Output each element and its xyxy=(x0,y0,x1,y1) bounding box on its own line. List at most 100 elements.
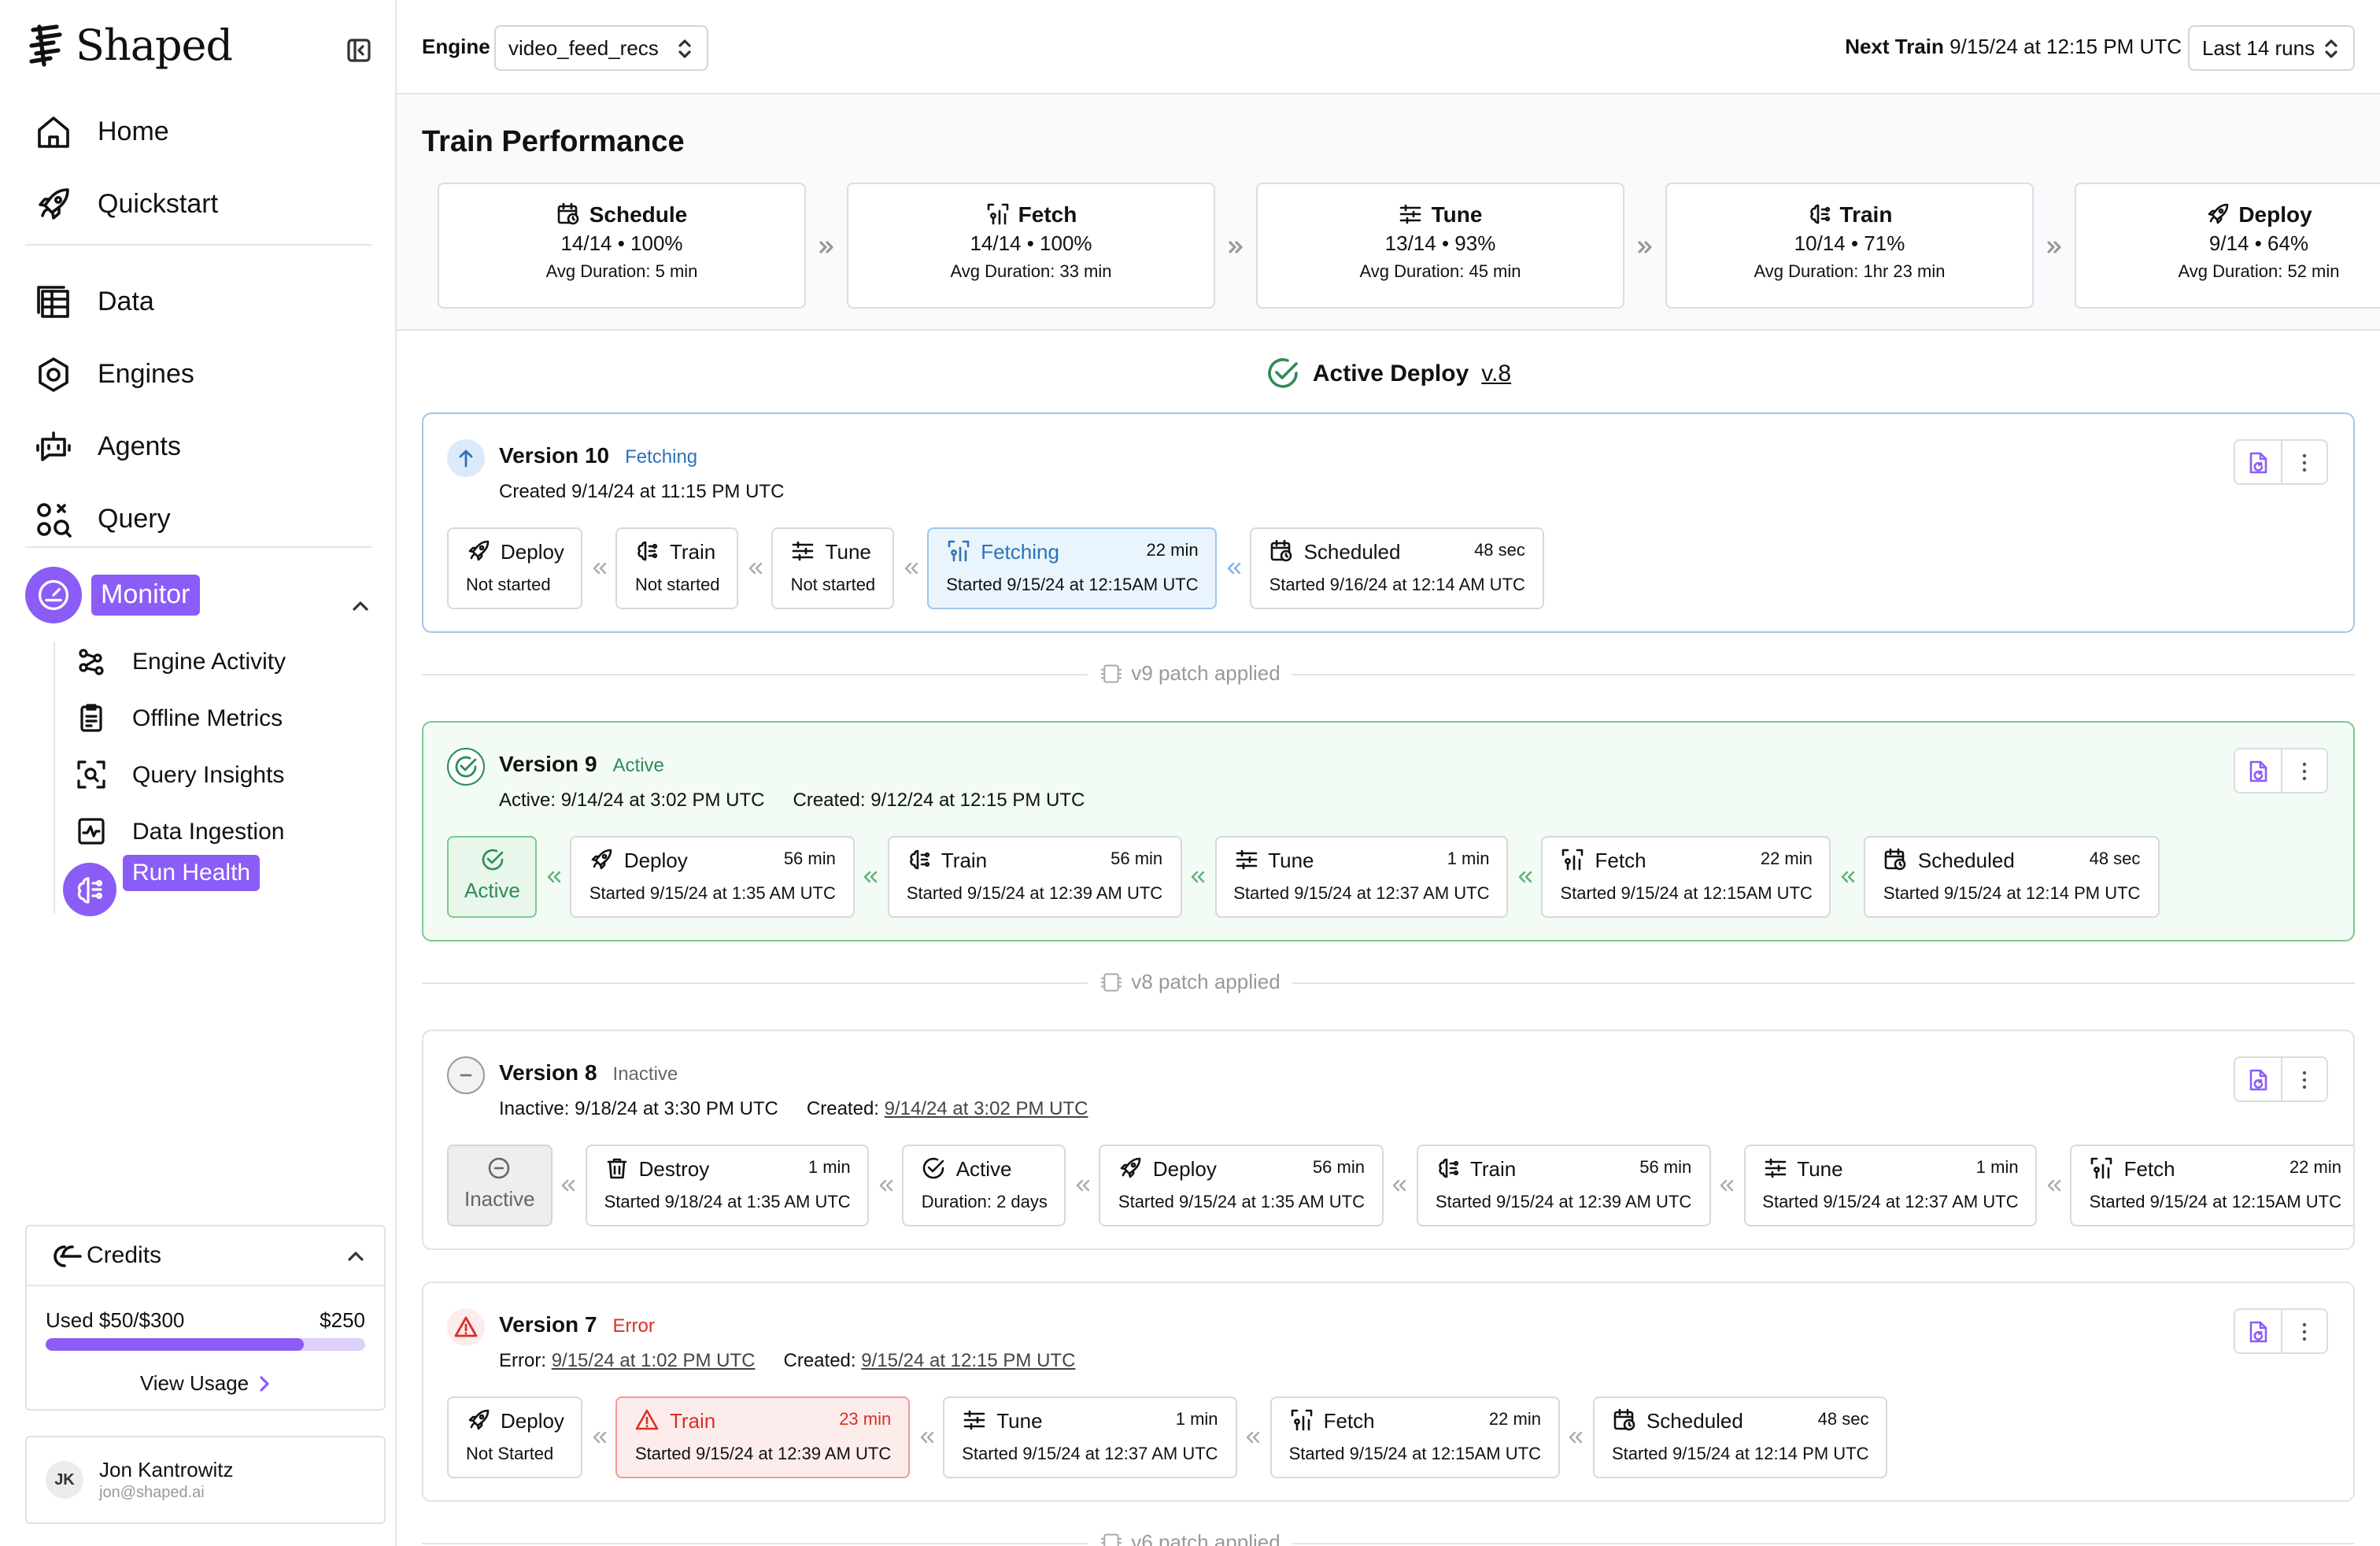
chip-scheduled[interactable]: Scheduled 48 sec Started 9/15/24 at 12:14 … xyxy=(1592,1396,1888,1478)
rocket-icon xyxy=(468,540,490,561)
chevrons-left-icon xyxy=(2038,1178,2071,1193)
chevron-up-icon[interactable] xyxy=(346,1247,365,1266)
chip-label: Fetching xyxy=(981,539,1059,563)
query-icon xyxy=(37,503,72,538)
chip-deploy[interactable]: Deploy Not started xyxy=(447,527,583,609)
sliders-icon xyxy=(1764,1158,1786,1178)
fetch-icon xyxy=(1291,1409,1312,1431)
chip-tune[interactable]: Tune 1 min Started 9/15/24 at 12:37 AM UTC xyxy=(1743,1145,2038,1226)
runs-select[interactable]: Last 14 runs xyxy=(2188,25,2355,71)
chip-started: Started 9/15/24 at 12:14 PM UTC xyxy=(1883,885,2141,904)
user-card[interactable]: JK Jon Kantrowitz jon@shaped.ai xyxy=(25,1436,386,1524)
nav-monitor-label: Monitor xyxy=(91,575,200,616)
sliders-icon xyxy=(963,1410,985,1430)
version-subtitle: Created 9/14/24 at 11:15 PM UTC xyxy=(499,480,784,502)
chip-label: Active xyxy=(955,1156,1012,1180)
version-subtitle: Error: 9/15/24 at 1:02 PM UTC Created: 9/… xyxy=(499,1349,1075,1371)
chip-scheduled[interactable]: Scheduled 48 sec Started 9/16/24 at 12:14 … xyxy=(1250,527,1544,609)
chip-destroy[interactable]: Destroy 1 min Started 9/18/24 at 1:35 AM U… xyxy=(585,1145,870,1226)
more-options-button[interactable] xyxy=(2281,1310,2326,1352)
stage-name: Train xyxy=(1839,202,1893,227)
train-performance-title: Train Performance xyxy=(422,126,685,159)
view-usage-link[interactable]: View Usage xyxy=(27,1371,384,1395)
stage-card-train[interactable]: Train 10/14 • 71% Avg Duration: 1hr 23 min xyxy=(1665,183,2034,309)
nav-monitor[interactable]: Monitor xyxy=(25,567,200,623)
sub-query-insights[interactable]: Query Insights xyxy=(76,759,284,790)
nav-query[interactable]: Query xyxy=(35,501,171,538)
stage-card-fetch[interactable]: Fetch 14/14 • 100% Avg Duration: 33 min xyxy=(847,183,1215,309)
rollback-button[interactable] xyxy=(2235,441,2281,483)
chip-label: Deploy xyxy=(1152,1156,1217,1180)
patch-label-text: v8 patch applied xyxy=(1131,970,1281,993)
chip-duration: 22 min xyxy=(1760,850,1813,869)
patch-label: v9 patch applied xyxy=(0,661,2380,689)
chip-duration: 48 sec xyxy=(2089,850,2141,869)
rollback-button[interactable] xyxy=(2235,1310,2281,1352)
chip-label: Scheduled xyxy=(1646,1408,1743,1432)
active-deploy-version-link[interactable]: v.8 xyxy=(1481,360,1511,386)
stage-card-schedule[interactable]: Schedule 14/14 • 100% Avg Duration: 5 min xyxy=(438,183,806,309)
chip-label: Deploy xyxy=(501,1408,564,1432)
pipeline-steps: Active Deploy 56 min Started 9/15/24 at 1:3… xyxy=(447,836,2160,918)
brain-icon xyxy=(1439,1158,1459,1178)
nav-agents[interactable]: Agents xyxy=(35,428,181,466)
chip-train[interactable]: Train Not started xyxy=(615,527,739,609)
rollback-button[interactable] xyxy=(2235,1058,2281,1100)
chip-started: Started 9/15/24 at 12:39 AM UTC xyxy=(1435,1193,1692,1212)
stage-name: Schedule xyxy=(589,202,688,227)
chip-fetch[interactable]: Fetch 22 min Started 9/15/24 at 12:15AM UT… xyxy=(2070,1145,2353,1226)
nav-quickstart[interactable]: Quickstart xyxy=(35,186,218,224)
stage-card-deploy[interactable]: Deploy 9/14 • 64% Avg Duration: 52 min xyxy=(2075,183,2380,309)
nav-engines[interactable]: Engines xyxy=(35,356,194,394)
trash-icon xyxy=(607,1158,626,1179)
chip-status-inactive[interactable]: Inactive xyxy=(447,1145,552,1226)
chevrons-right-icon xyxy=(1229,241,1243,253)
sub-offline-metrics[interactable]: Offline Metrics xyxy=(76,702,283,734)
chip-deploy[interactable]: Deploy 56 min Started 9/15/24 at 1:35 AM U… xyxy=(1099,1145,1384,1226)
logo[interactable]: Shaped xyxy=(25,22,233,71)
nav-data[interactable]: Data xyxy=(35,283,154,321)
chip-scheduled[interactable]: Scheduled 48 sec Started 9/15/24 at 12:14 … xyxy=(1864,836,2160,918)
chip-active[interactable]: Active Duration: 2 days xyxy=(902,1145,1066,1226)
sub-run-health[interactable]: Run Health xyxy=(63,854,261,916)
credits-progress xyxy=(46,1338,365,1351)
version-card: Version 9 Active Active: 9/14/24 at 3:02 P… xyxy=(422,721,2355,941)
chip-started: Started 9/15/24 at 1:35 AM UTC xyxy=(589,885,836,904)
chip-label: Train xyxy=(669,1408,716,1432)
version-status: Active xyxy=(612,754,664,776)
credits-header[interactable]: Credits xyxy=(27,1226,384,1286)
version-title: Version 8 xyxy=(499,1060,597,1085)
rollback-button[interactable] xyxy=(2235,749,2281,792)
scan-search-icon xyxy=(77,760,105,789)
stage-duration: Avg Duration: 1hr 23 min xyxy=(1754,263,1946,282)
more-options-button[interactable] xyxy=(2281,441,2326,483)
chip-tune[interactable]: Tune 1 min Started 9/15/24 at 12:37 AM UTC xyxy=(1214,836,1509,918)
chip-train[interactable]: Train 56 min Started 9/15/24 at 12:39 AM U… xyxy=(887,836,1182,918)
chip-fetch[interactable]: Fetch 22 min Started 9/15/24 at 12:15AM UT… xyxy=(1541,836,1831,918)
chip-train[interactable]: Train 23 min Started 9/15/24 at 12:39 AM U… xyxy=(615,1396,911,1478)
stage-card-tune[interactable]: Tune 13/14 • 93% Avg Duration: 45 min xyxy=(1256,183,1624,309)
chip-deploy[interactable]: Deploy Not Started xyxy=(447,1396,583,1478)
nav-home[interactable]: Home xyxy=(35,113,169,151)
version-sub2-value[interactable]: 9/15/24 at 12:15 PM UTC xyxy=(861,1349,1075,1371)
chip-deploy[interactable]: Deploy 56 min Started 9/15/24 at 1:35 AM U… xyxy=(570,836,855,918)
chip-tune[interactable]: Tune 1 min Started 9/15/24 at 12:37 AM UTC xyxy=(943,1396,1237,1478)
sub-data-ingestion[interactable]: Data Ingestion xyxy=(76,816,284,847)
version-sub1-value[interactable]: 9/15/24 at 1:02 PM UTC xyxy=(552,1349,756,1371)
version-sub2-value[interactable]: 9/14/24 at 3:02 PM UTC xyxy=(885,1097,1088,1119)
chip-status-active[interactable]: Active xyxy=(447,836,538,918)
chip-train[interactable]: Train 56 min Started 9/15/24 at 12:39 AM U… xyxy=(1416,1145,1711,1226)
more-options-button[interactable] xyxy=(2281,749,2326,792)
chip-fetching[interactable]: Fetching 22 min Started 9/15/24 at 12:15AM… xyxy=(927,527,1218,609)
more-options-button[interactable] xyxy=(2281,1058,2326,1100)
nav-home-label: Home xyxy=(98,117,169,146)
check-circle-icon xyxy=(1268,358,1298,388)
version-actions xyxy=(2234,1308,2328,1354)
chevron-up-icon[interactable] xyxy=(349,595,371,617)
chip-fetch[interactable]: Fetch 22 min Started 9/15/24 at 12:15AM UT… xyxy=(1269,1396,1560,1478)
engine-select[interactable]: video_feed_recs xyxy=(494,25,708,71)
version-actions xyxy=(2234,1056,2328,1102)
chip-label: Tune xyxy=(1797,1156,1843,1180)
chip-tune[interactable]: Tune Not started xyxy=(771,527,895,609)
sidebar-collapse-icon[interactable] xyxy=(346,38,371,63)
